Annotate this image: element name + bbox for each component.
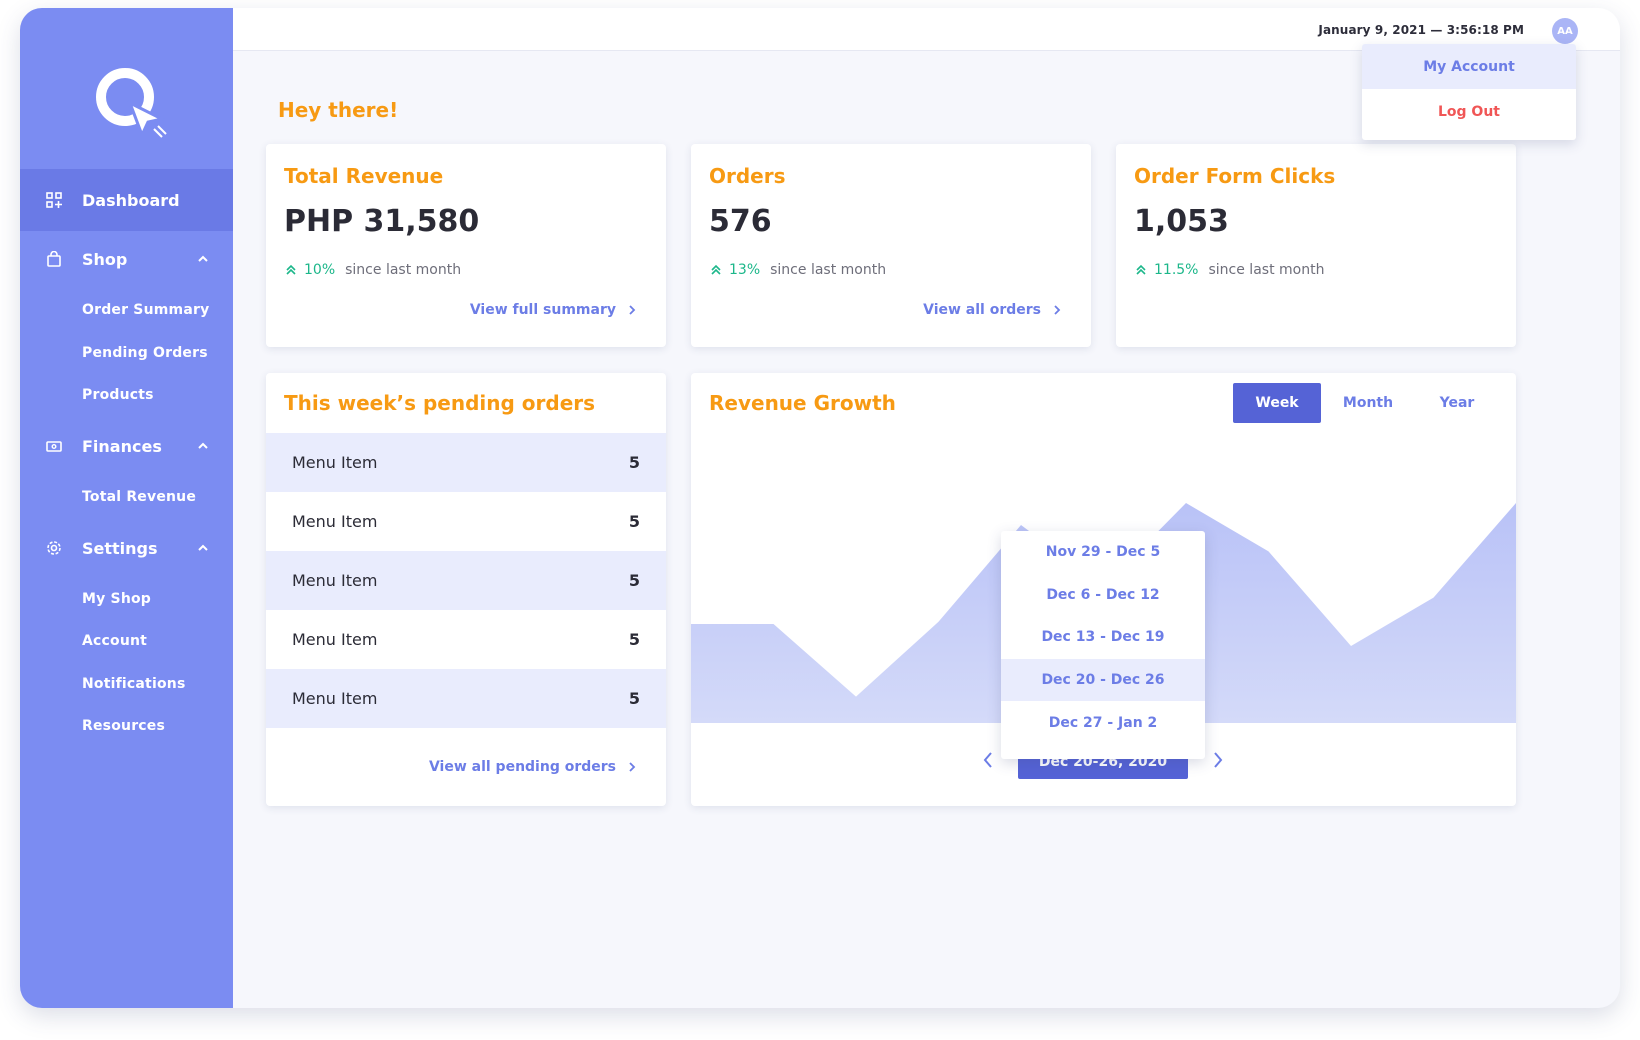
trend: 13% since last month [709,262,886,278]
sidebar-item-settings[interactable]: Settings [20,517,233,579]
item-name: Menu Item [292,512,378,531]
sidebar-item-label: Finances [82,436,162,456]
card-title: Order Form Clicks [1134,164,1336,188]
double-chevron-up-icon [1136,264,1146,275]
chevron-right-icon [1054,305,1061,315]
item-count: 5 [628,630,640,649]
log-out-menu-item[interactable]: Log Out [1362,89,1576,134]
item-count: 5 [628,512,640,531]
sidebar-item-label: Shop [82,249,128,269]
wallet-icon [46,441,62,452]
trend: 10% since last month [284,262,461,278]
page-greeting: Hey there! [278,98,399,122]
trend-percent: 11.5% [1154,262,1199,278]
week-option[interactable]: Dec 6 - Dec 12 [1001,574,1205,617]
item-count: 5 [628,453,640,472]
card-title: Total Revenue [284,164,444,188]
sidebar-item-pending-orders[interactable]: Pending Orders [82,345,208,361]
gear-icon [47,541,61,555]
item-count: 5 [628,689,640,708]
sidebar-item-order-summary[interactable]: Order Summary [82,302,209,318]
trend-percent: 10% [304,262,336,278]
sidebar-item-total-revenue[interactable]: Total Revenue [82,489,196,505]
link-label: View all orders [923,302,1041,318]
trend-percent: 13% [729,262,761,278]
card-title: Orders [709,164,786,188]
week-option[interactable]: Dec 13 - Dec 19 [1001,616,1205,659]
app-logo [96,68,167,139]
app-window: Dashboard Shop Order Summary Pending Ord… [20,8,1620,1008]
view-full-summary-link[interactable]: View full summary [470,302,638,318]
my-account-menu-item[interactable]: My Account [1362,44,1576,89]
item-name: Menu Item [292,630,378,649]
sidebar: Dashboard Shop Order Summary Pending Ord… [20,8,233,1008]
current-time: 3:56:18 PM [1446,23,1524,37]
list-item[interactable]: Menu Item 5 [266,551,666,610]
pending-orders-card: This week’s pending orders Menu Item 5 M… [266,373,666,806]
card-title: Revenue Growth [709,391,896,415]
sidebar-item-shop[interactable]: Shop [20,228,233,290]
item-name: Menu Item [292,571,378,590]
item-name: Menu Item [292,689,378,708]
chevron-up-icon[interactable] [196,252,210,266]
trend-label: since last month [770,262,887,278]
sidebar-item-finances[interactable]: Finances [20,415,233,477]
avatar[interactable]: AA [1552,18,1578,44]
current-date: January 9, 2021 [1318,23,1427,37]
sidebar-item-dashboard[interactable]: Dashboard [20,169,233,231]
card-value: 1,053 [1134,204,1229,239]
sidebar-item-account[interactable]: Account [82,633,147,649]
double-chevron-up-icon [286,264,296,275]
stat-card-orders: Orders 576 13% since last month View all… [691,144,1091,347]
link-label: View all pending orders [428,759,616,775]
tab-week[interactable]: Week [1233,383,1321,423]
sidebar-item-label: Settings [82,538,158,558]
week-dropdown: Nov 29 - Dec 5 Dec 6 - Dec 12 Dec 13 - D… [1001,531,1205,759]
stat-card-order-form-clicks: Order Form Clicks 1,053 11.5% since last… [1116,144,1516,347]
sidebar-item-products[interactable]: Products [82,387,154,403]
chevron-up-icon[interactable] [196,439,210,453]
sidebar-item-my-shop[interactable]: My Shop [82,591,151,607]
view-all-orders-link[interactable]: View all orders [923,302,1063,318]
datetime-separator: — [1430,23,1443,37]
sidebar-item-label: Dashboard [82,190,180,210]
tab-year[interactable]: Year [1413,383,1501,423]
list-item[interactable]: Menu Item 5 [266,492,666,551]
tab-month[interactable]: Month [1324,383,1412,423]
list-item[interactable]: Menu Item 5 [266,610,666,669]
chevron-right-icon[interactable] [1211,751,1225,769]
trend-label: since last month [1208,262,1325,278]
trend: 11.5% since last month [1134,262,1324,278]
stat-card-total-revenue: Total Revenue PHP 31,580 10% since last … [266,144,666,347]
item-count: 5 [628,571,640,590]
chevron-left-icon[interactable] [981,751,995,769]
sidebar-item-notifications[interactable]: Notifications [82,676,185,692]
list-item[interactable]: Menu Item 5 [266,669,666,728]
chevron-up-icon[interactable] [196,541,210,555]
dashboard-icon [46,192,62,208]
week-option[interactable]: Nov 29 - Dec 5 [1001,531,1205,574]
chevron-right-icon [629,762,636,772]
link-label: View full summary [469,302,616,318]
item-name: Menu Item [292,453,378,472]
chevron-right-icon [629,305,636,315]
list-item[interactable]: Menu Item 5 [266,433,666,492]
double-chevron-up-icon [711,264,721,275]
revenue-growth-card: Revenue Growth Week Month Year Nov 29 - … [691,373,1516,806]
week-option-selected[interactable]: Dec 20 - Dec 26 [1001,658,1205,702]
view-all-pending-orders-link[interactable]: View all pending orders [429,759,638,775]
card-title: This week’s pending orders [284,391,596,415]
week-option[interactable]: Dec 27 - Jan 2 [1001,701,1205,744]
card-value: PHP 31,580 [284,204,480,239]
trend-label: since last month [345,262,462,278]
card-value: 576 [709,204,772,239]
shopping-bag-icon [47,251,61,267]
sidebar-item-resources[interactable]: Resources [82,718,165,734]
account-dropdown: My Account Log Out [1362,44,1576,140]
current-datetime: January 9, 2021 — 3:56:18 PM [1318,23,1524,37]
